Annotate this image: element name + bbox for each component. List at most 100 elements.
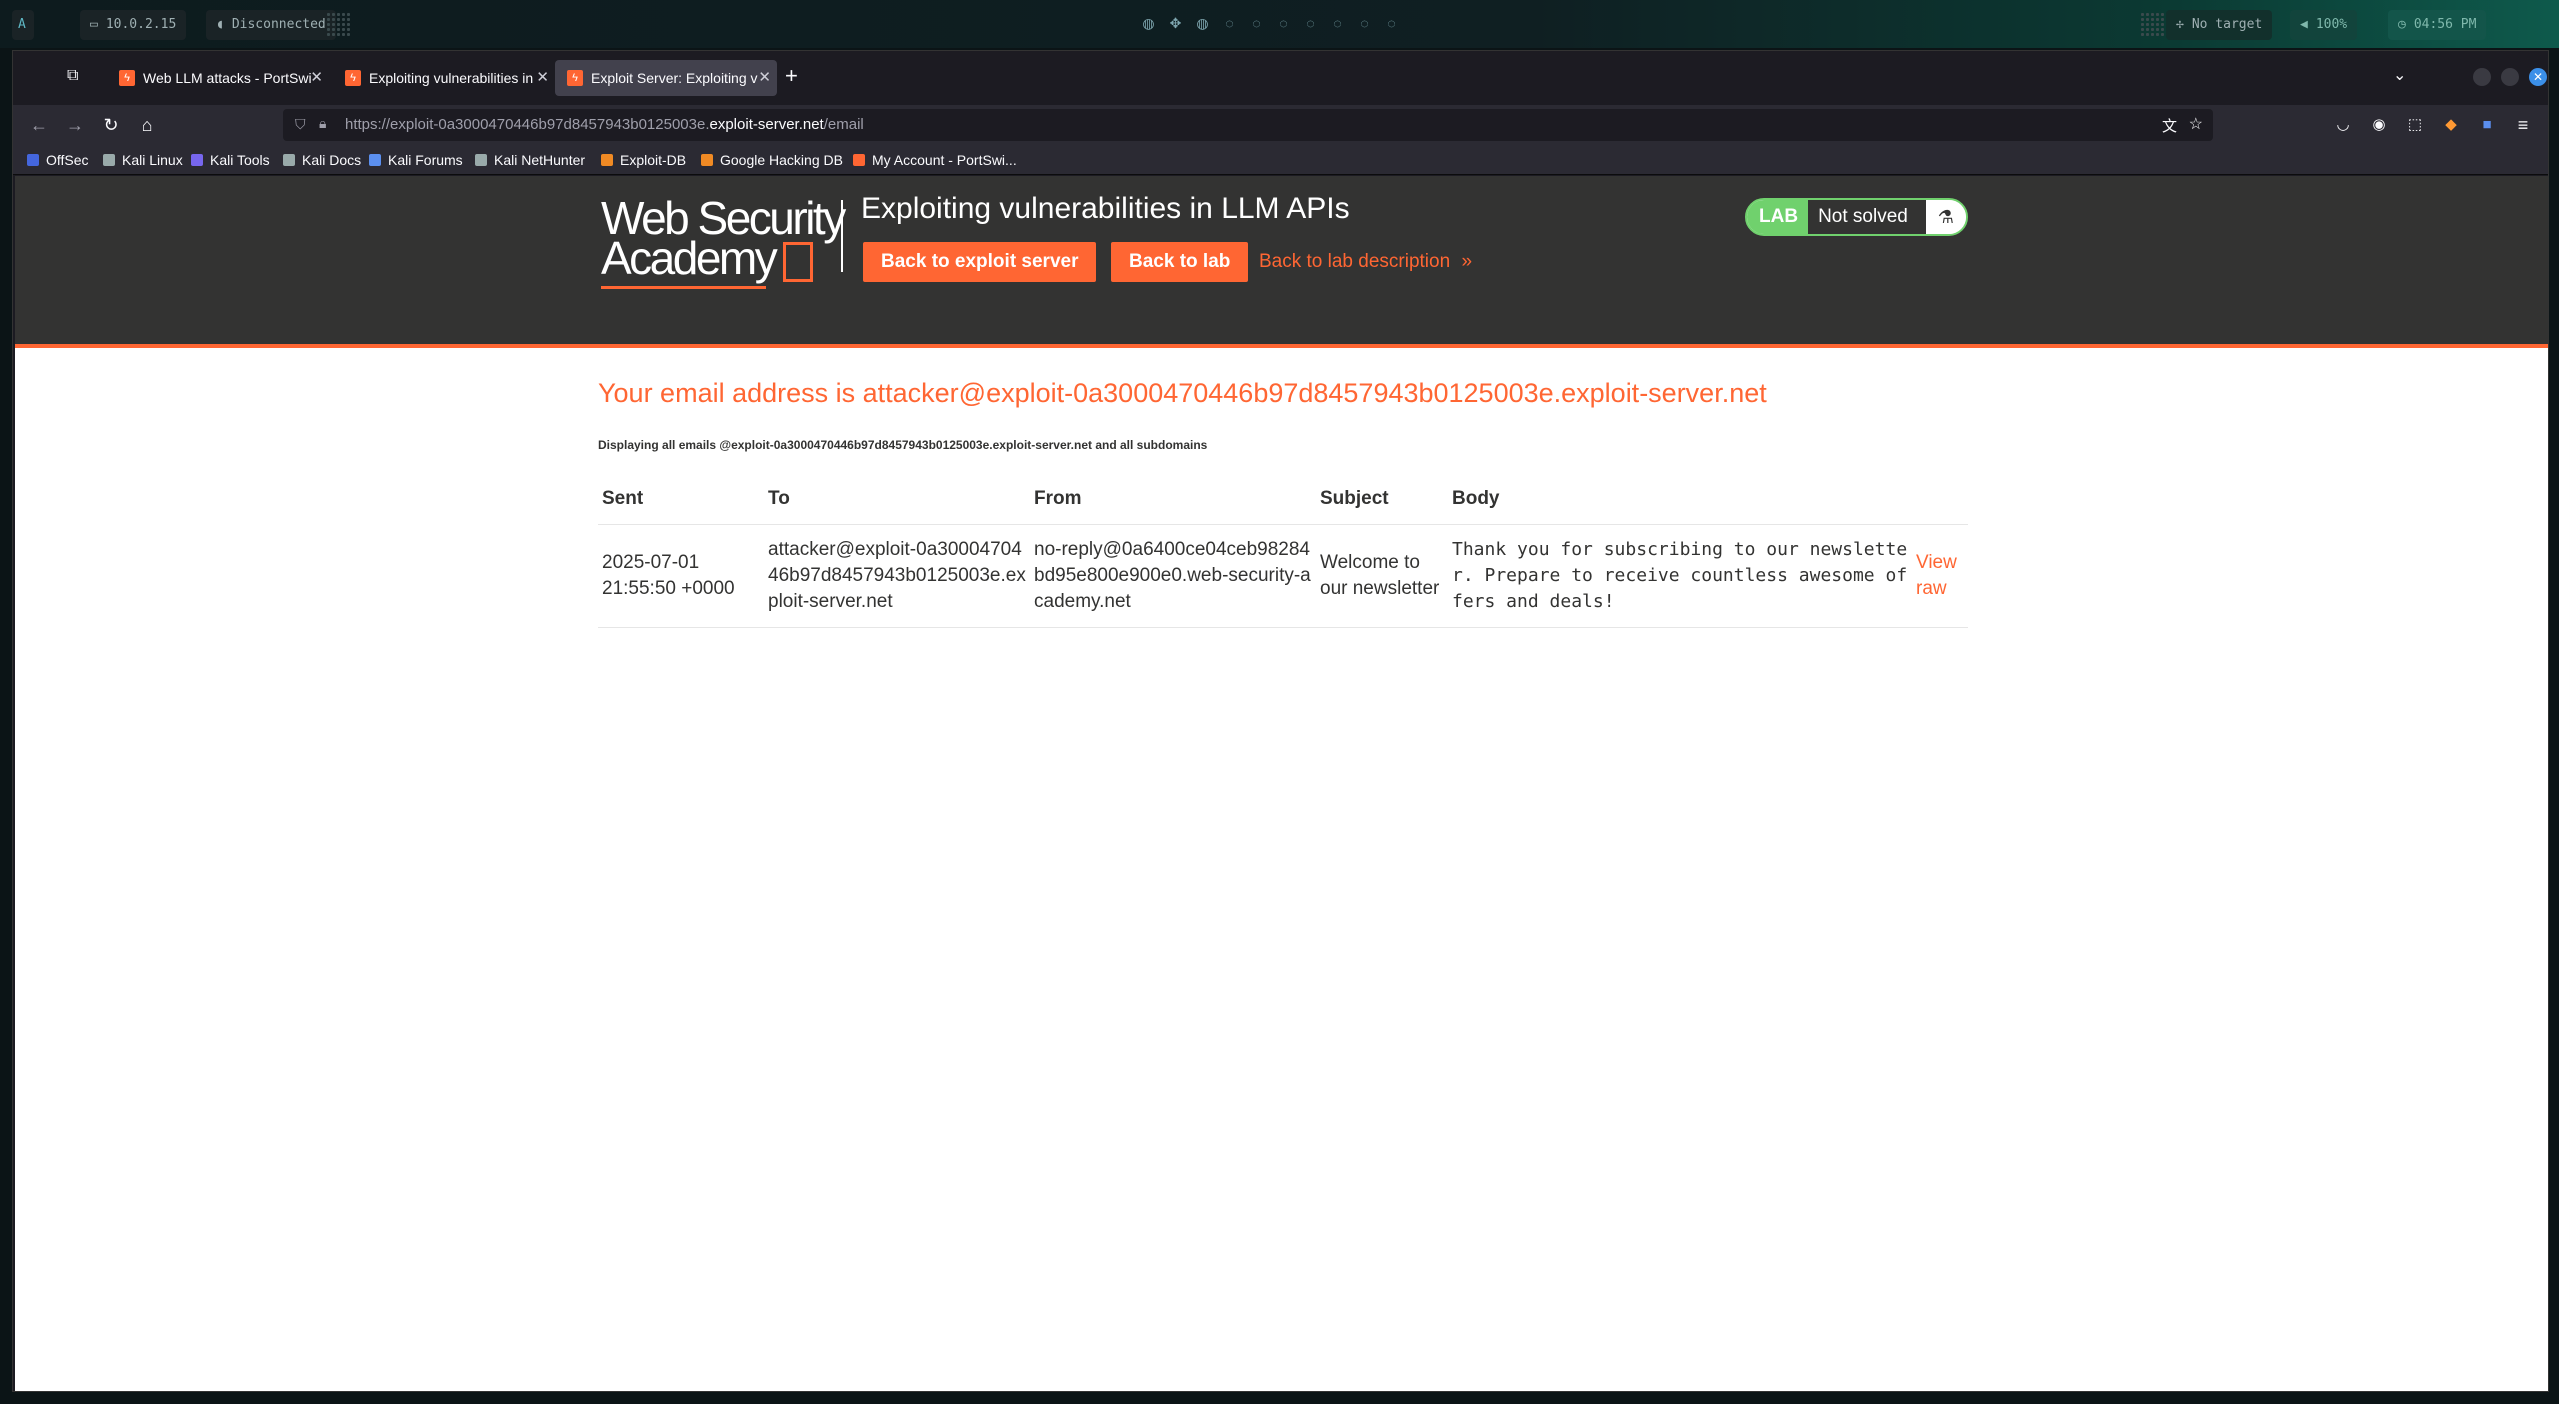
clock-time: 04:56 PM [2413, 17, 2477, 32]
tab-label: Exploit Server: Exploiting v [591, 70, 758, 86]
emails-table: Sent To From Subject Body 2025-07-01 21:… [598, 488, 1968, 628]
network-icon: ▭ [90, 17, 98, 32]
target-widget[interactable]: ✢ No target [2166, 10, 2273, 40]
back-to-exploit-server-button[interactable]: Back to exploit server [863, 242, 1097, 282]
cell-subject: Welcome to our newsletter [1316, 524, 1448, 628]
cell-from: no-reply@0a6400ce04ceb98284bd95e800e900e… [1030, 524, 1316, 628]
workspace-icon[interactable]: ◌ [1248, 12, 1265, 34]
extension-icon[interactable]: ■ [2475, 113, 2499, 137]
ip-widget: ▭ 10.0.2.15 [80, 10, 187, 40]
account-icon[interactable]: ◉ [2367, 113, 2391, 137]
tab-web-llm-attacks[interactable]: ϟ Web LLM attacks - PortSwi ✕ [107, 60, 329, 96]
maximize-button[interactable] [2501, 68, 2519, 86]
url-bar[interactable]: ⛉ 🔒︎ https://exploit-0a3000470446b97d845… [283, 109, 2213, 141]
close-tab-icon[interactable]: ✕ [758, 60, 771, 96]
header-divider [841, 200, 843, 272]
workspace-icon[interactable]: ◌ [1221, 12, 1238, 34]
bookmark-kali-forums[interactable]: Kali Forums [369, 145, 463, 175]
lab-status-badge: LAB Not solved ⚗ [1745, 198, 1968, 236]
volume-widget[interactable]: ◀ 100% [2290, 10, 2358, 40]
academy-header: Web Security Academy Exploiting vulnerab… [15, 176, 2548, 348]
shield-icon[interactable]: ⛉ [295, 116, 306, 133]
translate-icon[interactable]: 文 [2162, 115, 2177, 136]
hamburger-menu-icon[interactable]: ≡ [2511, 113, 2535, 137]
chevron-down-icon[interactable]: ⌄ [2393, 65, 2406, 85]
reload-icon[interactable]: ↻ [99, 113, 123, 137]
tab-exploiting-vulnerabilities[interactable]: ϟ Exploiting vulnerabilities in ✕ [333, 60, 555, 96]
foxyproxy-icon[interactable]: ◆ [2439, 113, 2463, 137]
double-chevron-right-icon: » [1461, 251, 1473, 272]
workspace-icon[interactable]: ✥ [1167, 12, 1184, 34]
column-header-subject: Subject [1316, 488, 1448, 525]
url-domain: exploit-server.net [709, 116, 824, 133]
decor-dots [2140, 12, 2166, 38]
close-tab-icon[interactable]: ✕ [310, 60, 323, 96]
home-icon[interactable]: ⌂ [135, 113, 159, 137]
forward-arrow-icon[interactable]: → [63, 113, 87, 137]
url-path: /email [823, 116, 864, 133]
portswigger-favicon-icon: ϟ [345, 70, 361, 86]
workspace-icon[interactable]: ◍ [1140, 12, 1157, 34]
tab-list-icon[interactable]: ⧉ [67, 67, 78, 85]
lab-status: Not solved [1808, 200, 1926, 234]
decor-dots [326, 12, 352, 38]
exploit-db-icon [601, 154, 613, 166]
lock-icon[interactable]: 🔒︎ [319, 115, 326, 132]
portswigger-favicon-icon: ϟ [119, 70, 135, 86]
workspace-icon[interactable]: ◌ [1356, 12, 1373, 34]
workspace-icon[interactable]: ◌ [1275, 12, 1292, 34]
bookmark-offsec[interactable]: OffSec [27, 145, 89, 175]
displaying-emails-note: Displaying all emails @exploit-0a3000470… [598, 438, 1208, 452]
bookmarks-bar: OffSec Kali Linux Kali Tools Kali Docs K… [13, 145, 2548, 175]
tab-label: Exploiting vulnerabilities in [369, 70, 534, 86]
back-to-lab-description-label: Back to lab description [1259, 251, 1451, 272]
workspace-icon[interactable]: ◌ [1383, 12, 1400, 34]
clock-icon: ◷ [2398, 17, 2406, 32]
minimize-button[interactable] [2473, 68, 2491, 86]
workspace-icon[interactable]: ◌ [1329, 12, 1346, 34]
kali-menu-icon[interactable]: A [12, 10, 34, 40]
lab-title: Exploiting vulnerabilities in LLM APIs [861, 192, 1350, 225]
desktop-top-bar: A ▭ 10.0.2.15 ◖ Disconnected ◍ ✥ ◍ ◌ ◌ ◌… [0, 0, 2559, 48]
url-text[interactable]: https://exploit-0a3000470446b97d8457943b… [345, 109, 864, 141]
tab-bar: ⧉ ϟ Web LLM attacks - PortSwi ✕ ϟ Exploi… [13, 51, 2548, 105]
web-security-academy-logo[interactable]: Web Security Academy [601, 195, 856, 289]
bookmark-my-account[interactable]: My Account - PortSwi... [853, 145, 1017, 175]
flask-icon: ⚗ [1925, 200, 1966, 234]
new-tab-icon[interactable]: + [785, 63, 798, 89]
extensions-icon[interactable]: ⬚ [2403, 113, 2427, 137]
bookmark-star-icon[interactable]: ☆ [2189, 114, 2203, 134]
shield-icon: ◖ [216, 17, 224, 32]
offsec-icon [27, 154, 39, 166]
close-tab-icon[interactable]: ✕ [536, 60, 549, 96]
bookmark-kali-linux[interactable]: Kali Linux [103, 145, 183, 175]
workspace-icons: ◍ ✥ ◍ ◌ ◌ ◌ ◌ ◌ ◌ ◌ [1140, 12, 1400, 38]
pocket-icon[interactable]: ◡ [2331, 113, 2355, 137]
bookmark-label: My Account - PortSwi... [872, 152, 1017, 168]
bookmark-label: Kali Forums [388, 152, 463, 168]
cell-to: attacker@exploit-0a3000470446b97d8457943… [764, 524, 1030, 628]
navigation-toolbar: ← → ↻ ⌂ ⛉ 🔒︎ https://exploit-0a300047044… [13, 105, 2548, 145]
workspace-icon[interactable]: ◌ [1302, 12, 1319, 34]
target-icon: ✢ [2176, 17, 2184, 32]
column-header-from: From [1030, 488, 1316, 525]
kali-dragon-icon [283, 154, 295, 166]
sent-date: 2025-07-01 [602, 551, 700, 573]
workspace-icon[interactable]: ◍ [1194, 12, 1211, 34]
vpn-widget: ◖ Disconnected [206, 10, 336, 40]
cell-actions: View raw [1912, 524, 1968, 628]
back-arrow-icon[interactable]: ← [27, 113, 51, 137]
view-raw-link[interactable]: View raw [1916, 552, 1957, 599]
close-window-button[interactable]: ✕ [2529, 68, 2547, 86]
bookmark-kali-tools[interactable]: Kali Tools [191, 145, 270, 175]
portswigger-favicon-icon [853, 154, 865, 166]
bookmark-google-hacking-db[interactable]: Google Hacking DB [701, 145, 843, 175]
ghdb-icon [701, 154, 713, 166]
back-to-lab-button[interactable]: Back to lab [1111, 242, 1249, 282]
tab-exploit-server[interactable]: ϟ Exploit Server: Exploiting v ✕ [555, 60, 777, 96]
back-to-lab-description-link[interactable]: Back to lab description » [1259, 242, 1472, 282]
bookmark-kali-nethunter[interactable]: Kali NetHunter [475, 145, 585, 175]
bookmark-kali-docs[interactable]: Kali Docs [283, 145, 361, 175]
bookmark-exploit-db[interactable]: Exploit-DB [601, 145, 686, 175]
cell-sent: 2025-07-01 21:55:50 +0000 [598, 524, 764, 628]
